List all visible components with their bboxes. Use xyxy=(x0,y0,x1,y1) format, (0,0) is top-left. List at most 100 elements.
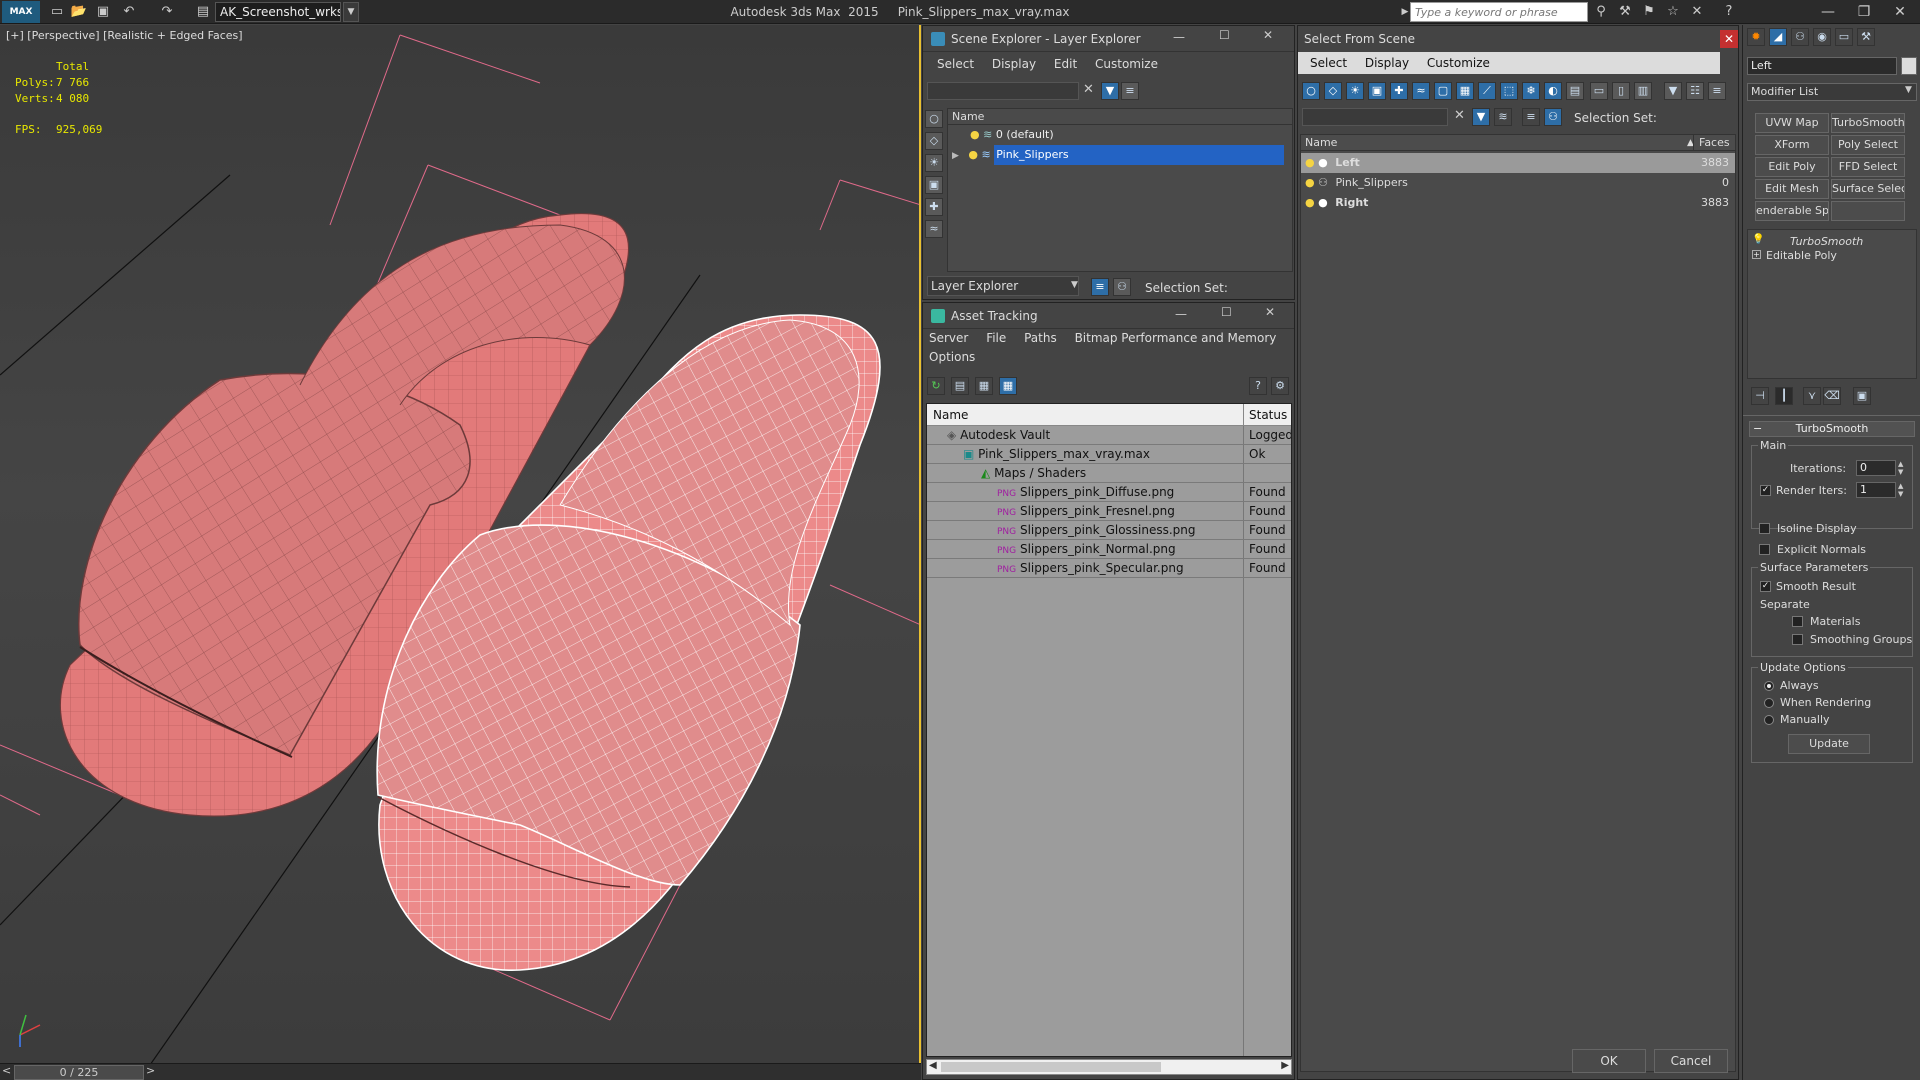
asset-row[interactable]: PNG Slippers_pink_Glossiness.png Found xyxy=(927,521,1291,540)
object-row-pink-slippers[interactable]: ● ⚇ Pink_Slippers 0 xyxy=(1301,173,1735,193)
filter-icon[interactable]: ▼ xyxy=(1664,82,1682,100)
display-warps-icon[interactable]: ≈ xyxy=(925,220,943,238)
table-view-icon[interactable]: ▦ xyxy=(999,377,1017,395)
asset-tracking-minimize[interactable]: — xyxy=(1175,307,1187,321)
menu-select[interactable]: Select xyxy=(937,57,974,71)
select-search-input[interactable] xyxy=(1302,108,1448,126)
menu-edit[interactable]: Edit xyxy=(1054,57,1077,71)
display-none-icon[interactable]: ▭ xyxy=(1590,82,1608,100)
time-next-icon[interactable]: > xyxy=(146,1064,155,1077)
redo-icon[interactable]: ↷ xyxy=(158,3,176,21)
undo-icon[interactable]: ↶ xyxy=(120,3,138,21)
display-lights-icon[interactable]: ☀ xyxy=(925,154,943,172)
favorites-icon[interactable]: ☆ xyxy=(1664,3,1682,21)
hierarchy-icon[interactable]: ☷ xyxy=(1686,82,1704,100)
render-iters-spinner[interactable]: 1 xyxy=(1856,482,1896,498)
sort-by-layer-icon[interactable]: ≡ xyxy=(1522,108,1540,126)
spinner-arrows-icon[interactable]: ▲ ▼ xyxy=(1898,482,1903,498)
display-geometry-icon[interactable]: ○ xyxy=(1302,82,1320,100)
display-groups-icon[interactable]: ▢ xyxy=(1434,82,1452,100)
empty-modifier-button[interactable] xyxy=(1831,201,1905,221)
layer-row-default[interactable]: ● ≋ 0 (default) xyxy=(948,125,1292,145)
menu-options[interactable]: Options xyxy=(929,350,975,364)
asset-row[interactable]: PNG Slippers_pink_Diffuse.png Found xyxy=(927,483,1291,502)
hierarchy-tab-icon[interactable]: ⚇ xyxy=(1791,28,1809,46)
dialog-close-button[interactable]: ✕ xyxy=(1720,30,1738,48)
edit-mesh-button[interactable]: Edit Mesh xyxy=(1755,179,1829,199)
bulb-icon[interactable]: ● xyxy=(970,128,980,141)
thumbnail-view-icon[interactable]: ▦ xyxy=(975,377,993,395)
time-prev-icon[interactable]: < xyxy=(2,1064,11,1077)
display-shapes-icon[interactable]: ◇ xyxy=(925,132,943,150)
display-tab-icon[interactable]: ▭ xyxy=(1835,28,1853,46)
display-xrefs-icon[interactable]: ▦ xyxy=(1456,82,1474,100)
filter-icon[interactable]: ▼ xyxy=(1472,108,1490,126)
viewport-label[interactable]: [+] [Perspective] [Realistic + Edged Fac… xyxy=(6,29,243,42)
asset-row[interactable]: ◈ Autodesk Vault Logged xyxy=(927,426,1291,445)
col-name-header[interactable]: Name xyxy=(933,404,968,426)
edit-poly-button[interactable]: Edit Poly xyxy=(1755,157,1829,177)
modify-tab-icon[interactable]: ◢ xyxy=(1769,28,1787,46)
bulb-icon[interactable]: ● xyxy=(1305,156,1315,169)
uvw-map-button[interactable]: UVW Map xyxy=(1755,113,1829,133)
display-children-icon[interactable]: ▥ xyxy=(1634,82,1652,100)
object-row-right[interactable]: ● ● Right 3883 xyxy=(1301,193,1735,213)
scene-explorer-maximize[interactable]: ☐ xyxy=(1219,28,1230,42)
remove-modifier-icon[interactable]: ⌫ xyxy=(1823,387,1841,405)
explorer-type-dropdown[interactable]: Layer Explorer xyxy=(927,276,1079,296)
dropdown-arrow-icon[interactable]: ▼ xyxy=(1905,85,1912,95)
stack-item-turbosmooth[interactable]: TurboSmooth xyxy=(1790,235,1863,248)
smooth-result-checkbox[interactable]: ✓ xyxy=(1760,581,1771,592)
minimize-button[interactable]: — xyxy=(1810,0,1846,24)
search-input[interactable]: Type a keyword or phrase xyxy=(1410,2,1588,22)
turbosmooth-rollout-header[interactable]: − TurboSmooth xyxy=(1749,421,1915,437)
display-cameras-icon[interactable]: ▣ xyxy=(925,176,943,194)
asset-horizontal-scrollbar[interactable]: ◀ ▶ xyxy=(926,1059,1292,1075)
workspace-menu-arrow[interactable]: ▼ xyxy=(343,2,359,22)
turbosmooth-button[interactable]: TurboSmooth xyxy=(1831,113,1905,133)
communication-icon[interactable]: ⚑ xyxy=(1640,3,1658,21)
filter-icon[interactable]: ▼ xyxy=(1101,82,1119,100)
render-iters-checkbox[interactable]: ✓ xyxy=(1760,485,1771,496)
col-faces-header[interactable]: Faces xyxy=(1699,135,1730,151)
workspace-dropdown[interactable]: AK_Screenshot_wrksp xyxy=(215,2,341,22)
expand-arrow-icon[interactable]: ▶ xyxy=(952,151,959,161)
spinner-arrows-icon[interactable]: ▲ ▼ xyxy=(1898,460,1903,476)
show-end-result-icon[interactable]: ┃ xyxy=(1775,387,1793,405)
cancel-button[interactable]: Cancel xyxy=(1654,1049,1728,1073)
columns-icon[interactable]: ≡ xyxy=(1708,82,1726,100)
light-bulb-icon[interactable]: 💡 xyxy=(1752,234,1764,245)
display-invert-icon[interactable]: ▯ xyxy=(1612,82,1630,100)
bulb-icon[interactable]: ● xyxy=(968,148,978,161)
display-bones-icon[interactable]: ⟋ xyxy=(1478,82,1496,100)
object-color-swatch[interactable] xyxy=(1901,57,1917,75)
modifier-list-dropdown[interactable]: Modifier List xyxy=(1747,83,1917,101)
subscription-icon[interactable]: ⚒ xyxy=(1616,3,1634,21)
explicit-normals-checkbox[interactable] xyxy=(1759,544,1770,555)
open-file-icon[interactable]: 📂 xyxy=(70,3,88,21)
display-warps-icon[interactable]: ≈ xyxy=(1412,82,1430,100)
menu-customize[interactable]: Customize xyxy=(1427,56,1490,70)
iterations-spinner[interactable]: 0 xyxy=(1856,460,1896,476)
display-all-icon[interactable]: ▤ xyxy=(1566,82,1584,100)
bulb-icon[interactable]: ● xyxy=(1305,176,1315,189)
always-radio[interactable] xyxy=(1764,681,1774,691)
create-tab-icon[interactable]: ✹ xyxy=(1747,28,1765,46)
xform-button[interactable]: XForm xyxy=(1755,135,1829,155)
bulb-icon[interactable]: ● xyxy=(1305,196,1315,209)
display-geometry-icon[interactable]: ○ xyxy=(925,110,943,128)
clear-search-icon[interactable]: ✕ xyxy=(1083,82,1094,97)
display-hidden-icon[interactable]: ◐ xyxy=(1544,82,1562,100)
display-helpers-icon[interactable]: ✚ xyxy=(1390,82,1408,100)
list-view-icon[interactable]: ▤ xyxy=(951,377,969,395)
dropdown-arrow-icon[interactable]: ▼ xyxy=(1071,280,1078,290)
time-slider[interactable]: 0 / 225 xyxy=(14,1065,144,1080)
binoculars-icon[interactable]: ⚲ xyxy=(1592,3,1610,21)
asset-row[interactable]: ◭ Maps / Shaders xyxy=(927,464,1291,483)
layer-tree-name-header[interactable]: Name xyxy=(948,109,1292,125)
sort-by-hierarchy-icon[interactable]: ⚇ xyxy=(1113,278,1131,296)
menu-paths[interactable]: Paths xyxy=(1024,331,1057,345)
menu-bitmap-performance[interactable]: Bitmap Performance and Memory xyxy=(1075,331,1277,345)
ffd-select-button[interactable]: FFD Select xyxy=(1831,157,1905,177)
app-logo[interactable]: MAX xyxy=(2,1,40,23)
